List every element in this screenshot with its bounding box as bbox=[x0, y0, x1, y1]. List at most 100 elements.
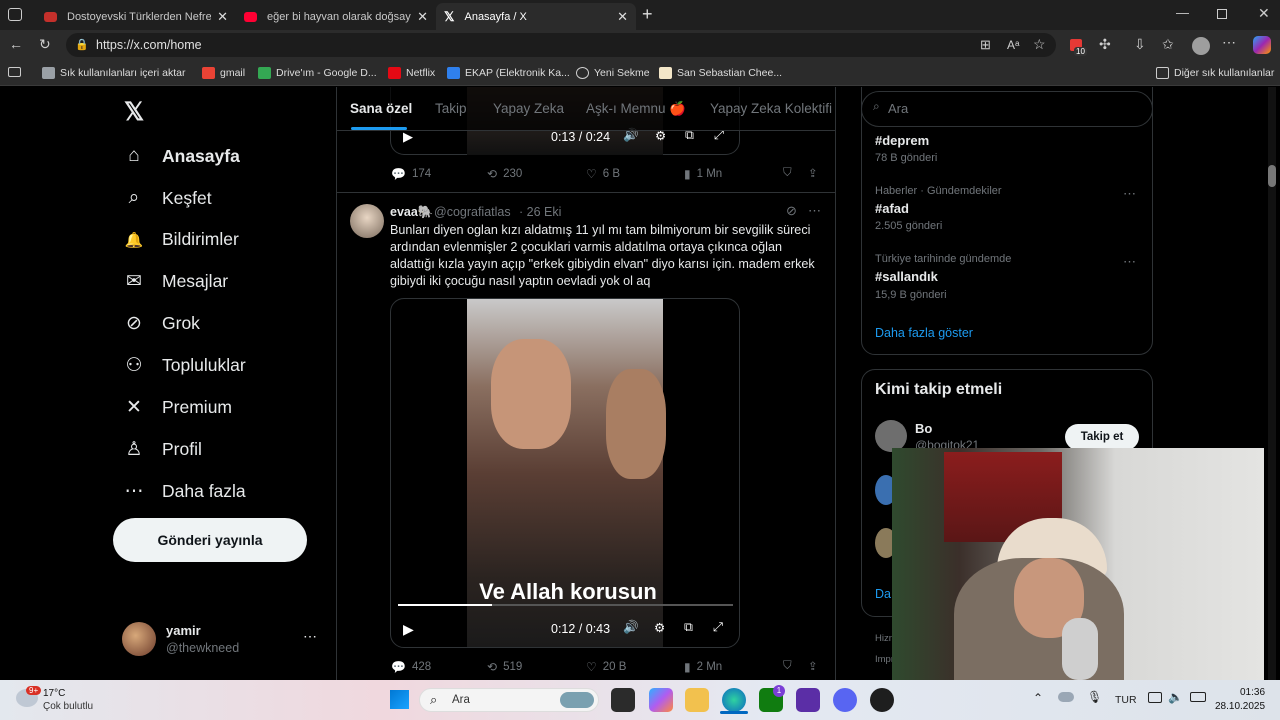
tab-for-you[interactable]: Sana özel bbox=[350, 101, 412, 116]
read-aloud-icon[interactable]: Aᵃ bbox=[1007, 38, 1019, 52]
bookmark-recipe[interactable]: San Sebastian Chee... bbox=[659, 64, 782, 82]
views-action[interactable]: ▮ 1 Mn bbox=[684, 167, 722, 181]
sidebar-item-messages[interactable]: ✉ Mesajlar bbox=[122, 270, 228, 293]
post-button[interactable]: Gönderi yayınla bbox=[113, 518, 307, 562]
show-more-partial-link[interactable]: Da bbox=[875, 587, 891, 601]
suggested-name[interactable]: Bo bbox=[915, 421, 932, 436]
task-view-icon[interactable] bbox=[611, 688, 635, 712]
bookmark-drive[interactable]: Drive'ım - Google D... bbox=[258, 64, 377, 82]
trend-tag[interactable]: #deprem bbox=[875, 133, 929, 148]
close-tab-icon[interactable]: ✕ bbox=[217, 9, 228, 25]
sidebar-item-premium[interactable]: ✕ Premium bbox=[122, 396, 232, 419]
volume-tray-icon[interactable]: 🔈 bbox=[1168, 690, 1183, 704]
discord-icon[interactable] bbox=[833, 688, 857, 712]
settings-menu-icon[interactable]: ⋯ bbox=[1222, 34, 1236, 51]
sidebar-item-communities[interactable]: ⚇ Topluluklar bbox=[122, 354, 245, 377]
reply-action[interactable]: 💬 428 bbox=[391, 660, 431, 674]
post-more-icon[interactable]: ⋯ bbox=[808, 203, 821, 219]
favorite-star-icon[interactable]: ☆ bbox=[1033, 36, 1046, 53]
x-logo-icon[interactable]: 𝕏 bbox=[124, 97, 144, 127]
file-explorer-icon[interactable] bbox=[685, 688, 709, 712]
bookmark-icon[interactable]: ⛉ bbox=[783, 660, 792, 673]
favorites-icon[interactable]: ✩ bbox=[1162, 36, 1174, 53]
bookmark-ekap[interactable]: EKAP (Elektronik Ka... bbox=[447, 64, 570, 82]
video-progress-track[interactable] bbox=[398, 604, 733, 606]
bookmark-gmail[interactable]: gmail bbox=[202, 64, 245, 82]
reply-action[interactable]: 💬 174 bbox=[391, 167, 431, 181]
tab-following[interactable]: Takip bbox=[435, 101, 467, 116]
account-menu-icon[interactable]: ⋯ bbox=[303, 628, 317, 645]
input-language[interactable]: TUR bbox=[1115, 694, 1137, 706]
start-icon[interactable] bbox=[390, 690, 409, 709]
sidebar-item-notifications[interactable]: 🔔 Bildirimler bbox=[122, 229, 239, 250]
sidebar-item-more[interactable]: ⋯ Daha fazla bbox=[122, 480, 246, 503]
weather-temp[interactable]: 17°C bbox=[43, 688, 65, 699]
network-icon[interactable] bbox=[1148, 692, 1162, 703]
bookmark-netflix[interactable]: Netflix bbox=[388, 64, 435, 82]
edge-icon[interactable] bbox=[722, 688, 746, 712]
author-avatar[interactable] bbox=[350, 204, 384, 238]
grok-post-icon[interactable]: ⊘ bbox=[786, 203, 797, 219]
fullscreen-icon[interactable]: ⤢ bbox=[713, 620, 723, 635]
tab-ai-collective[interactable]: Yapay Zeka Kolektifi bbox=[710, 101, 832, 116]
sidebar-item-home[interactable]: ⌂ Anasayfa bbox=[122, 145, 240, 167]
clock-date[interactable]: 28.10.2025 bbox=[1215, 701, 1265, 712]
repost-action[interactable]: ⟲ 519 bbox=[487, 660, 522, 674]
sidebar-item-profile[interactable]: ♙ Profil bbox=[122, 438, 201, 461]
profile-avatar-icon[interactable] bbox=[1192, 37, 1210, 55]
browser-tab-1[interactable]: Dostoyevski Türklerden Nefret Ed ✕ bbox=[36, 3, 236, 30]
author-name[interactable]: evaa🐘 bbox=[390, 205, 433, 220]
repost-action[interactable]: ⟲ 230 bbox=[487, 167, 522, 181]
clock-time[interactable]: 01:36 bbox=[1240, 687, 1265, 698]
close-tab-icon[interactable]: ✕ bbox=[617, 9, 628, 25]
show-more-link[interactable]: Daha fazla göster bbox=[875, 326, 973, 340]
obs-icon[interactable] bbox=[870, 688, 894, 712]
copilot-icon[interactable] bbox=[1253, 36, 1271, 54]
maximize-icon[interactable] bbox=[1217, 9, 1227, 19]
views-action[interactable]: ▮ 2 Mn bbox=[684, 660, 722, 674]
scrollbar-thumb[interactable] bbox=[1268, 165, 1276, 187]
sidebar-item-explore[interactable]: ⌕ Keşfet bbox=[122, 187, 212, 209]
extensions-icon[interactable]: ✣ bbox=[1099, 36, 1111, 53]
microphone-icon[interactable]: 🎙 bbox=[1087, 690, 1102, 704]
like-action[interactable]: ♡ 20 B bbox=[586, 660, 626, 674]
trend-more-icon[interactable]: ⋯ bbox=[1123, 254, 1136, 270]
back-icon[interactable]: ← bbox=[9, 36, 23, 52]
volume-icon[interactable]: 🔊 bbox=[623, 620, 639, 635]
follow-button[interactable]: Takip et bbox=[1065, 424, 1139, 450]
post-date[interactable]: · 26 Eki bbox=[519, 205, 561, 219]
bookmark-icon[interactable]: ⛉ bbox=[783, 167, 792, 180]
settings-gear-icon[interactable]: ⚙ bbox=[654, 620, 665, 635]
share-icon[interactable]: ⇪ bbox=[808, 659, 818, 673]
new-tab-icon[interactable]: + bbox=[642, 4, 653, 25]
tab-ai[interactable]: Yapay Zeka bbox=[493, 101, 564, 116]
share-icon[interactable]: ⇪ bbox=[808, 166, 818, 180]
close-window-icon[interactable]: ✕ bbox=[1258, 5, 1270, 22]
bookmark-import[interactable]: Sık kullanılanları içeri aktar bbox=[42, 64, 185, 82]
app-available-icon[interactable]: ⊞ bbox=[980, 37, 991, 53]
video-player[interactable]: Ve Allah korusun ▶ 0:12 / 0:43 🔊 ⚙ ⧉ ⤢ bbox=[390, 298, 740, 648]
bookmark-new-tab[interactable]: Yeni Sekme bbox=[576, 64, 650, 82]
downloads-icon[interactable]: ⇩ bbox=[1134, 36, 1146, 53]
proton-icon[interactable] bbox=[796, 688, 820, 712]
browser-tab-2[interactable]: eğer bi hayvan olarak doğsaydın ✕ bbox=[236, 3, 436, 30]
trend-tag[interactable]: #afad bbox=[875, 201, 909, 216]
tray-overflow-icon[interactable]: ⌃ bbox=[1033, 691, 1043, 705]
copilot-taskbar-icon[interactable] bbox=[649, 688, 673, 712]
account-avatar[interactable] bbox=[122, 622, 156, 656]
play-icon[interactable]: ▶ bbox=[403, 621, 414, 638]
play-icon[interactable]: ▶ bbox=[403, 129, 413, 145]
pip-icon[interactable]: ⧉ bbox=[684, 620, 693, 635]
minimize-icon[interactable]: — bbox=[1176, 5, 1189, 20]
close-tab-icon[interactable]: ✕ bbox=[417, 9, 428, 25]
sidebar-item-grok[interactable]: ⊘ Grok bbox=[122, 312, 200, 335]
search-input[interactable]: Ara bbox=[861, 91, 1153, 127]
refresh-icon[interactable]: ↻ bbox=[39, 36, 51, 53]
tab-actions-icon[interactable] bbox=[8, 8, 22, 21]
address-input[interactable]: https://x.com/home bbox=[66, 33, 1056, 57]
battery-icon[interactable] bbox=[1190, 692, 1206, 702]
other-favorites-folder[interactable]: Diğer sık kullanılanlar bbox=[1156, 64, 1274, 82]
onedrive-icon[interactable] bbox=[1058, 692, 1074, 702]
site-info-icon[interactable]: 🔒 bbox=[75, 38, 89, 51]
browser-tab-3-active[interactable]: 𝕏 Anasayfa / X ✕ bbox=[436, 3, 636, 30]
